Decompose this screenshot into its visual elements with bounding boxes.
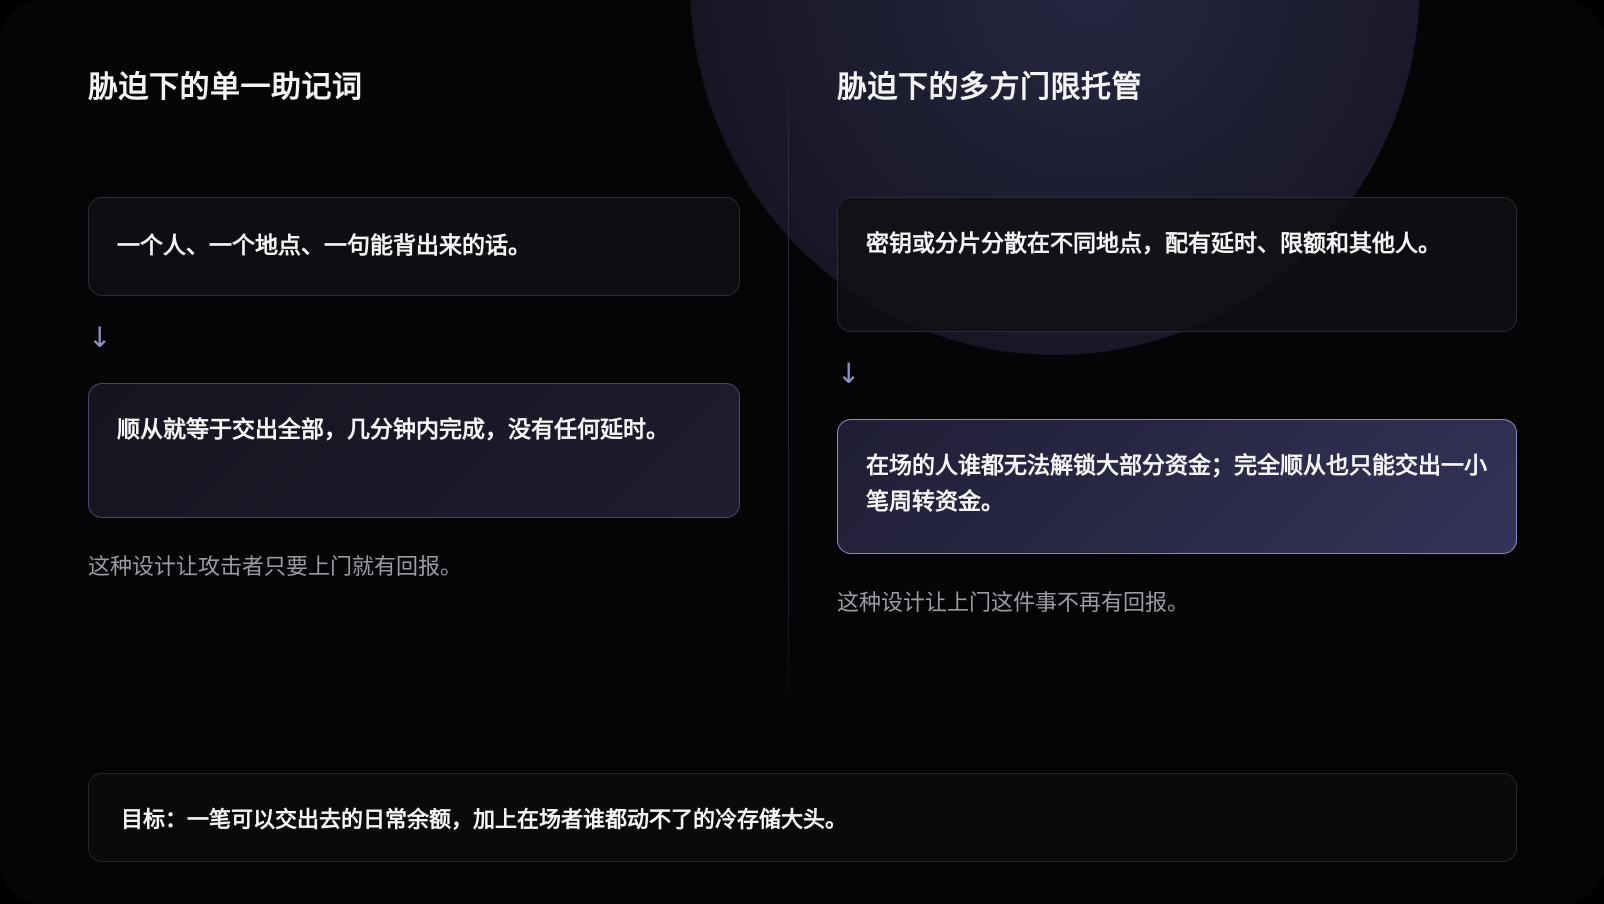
- left-premise-text: 一个人、一个地点、一句能背出来的话。: [117, 233, 531, 259]
- left-outcome-card: 顺从就等于交出全部，几分钟内完成，没有任何延时。: [88, 383, 740, 518]
- left-outcome-text: 顺从就等于交出全部，几分钟内完成，没有任何延时。: [117, 417, 669, 443]
- column-divider: [788, 70, 789, 710]
- right-down-arrow-icon: ↓: [837, 357, 861, 390]
- goal-text: 目标：一笔可以交出去的日常余额，加上在场者谁都动不了的冷存储大头。: [121, 807, 848, 833]
- left-premise-card: 一个人、一个地点、一句能背出来的话。: [88, 197, 740, 296]
- left-note: 这种设计让攻击者只要上门就有回报。: [88, 555, 463, 580]
- left-column-title: 胁迫下的单一助记词: [88, 70, 363, 105]
- right-column-title: 胁迫下的多方门限托管: [837, 70, 1142, 105]
- left-down-arrow-icon: ↓: [88, 321, 112, 354]
- slide: 胁迫下的单一助记词 一个人、一个地点、一句能背出来的话。 ↓ 顺从就等于交出全部…: [0, 0, 1604, 904]
- right-premise-text: 密钥或分片分散在不同地点，配有延时、限额和其他人。: [866, 231, 1441, 257]
- right-note: 这种设计让上门这件事不再有回报。: [837, 591, 1190, 616]
- goal-box: 目标：一笔可以交出去的日常余额，加上在场者谁都动不了的冷存储大头。: [88, 773, 1517, 862]
- right-premise-card: 密钥或分片分散在不同地点，配有延时、限额和其他人。: [837, 197, 1517, 332]
- right-outcome-text: 在场的人谁都无法解锁大部分资金；完全顺从也只能交出一小笔周转资金。: [866, 453, 1487, 515]
- right-outcome-card: 在场的人谁都无法解锁大部分资金；完全顺从也只能交出一小笔周转资金。: [837, 419, 1517, 554]
